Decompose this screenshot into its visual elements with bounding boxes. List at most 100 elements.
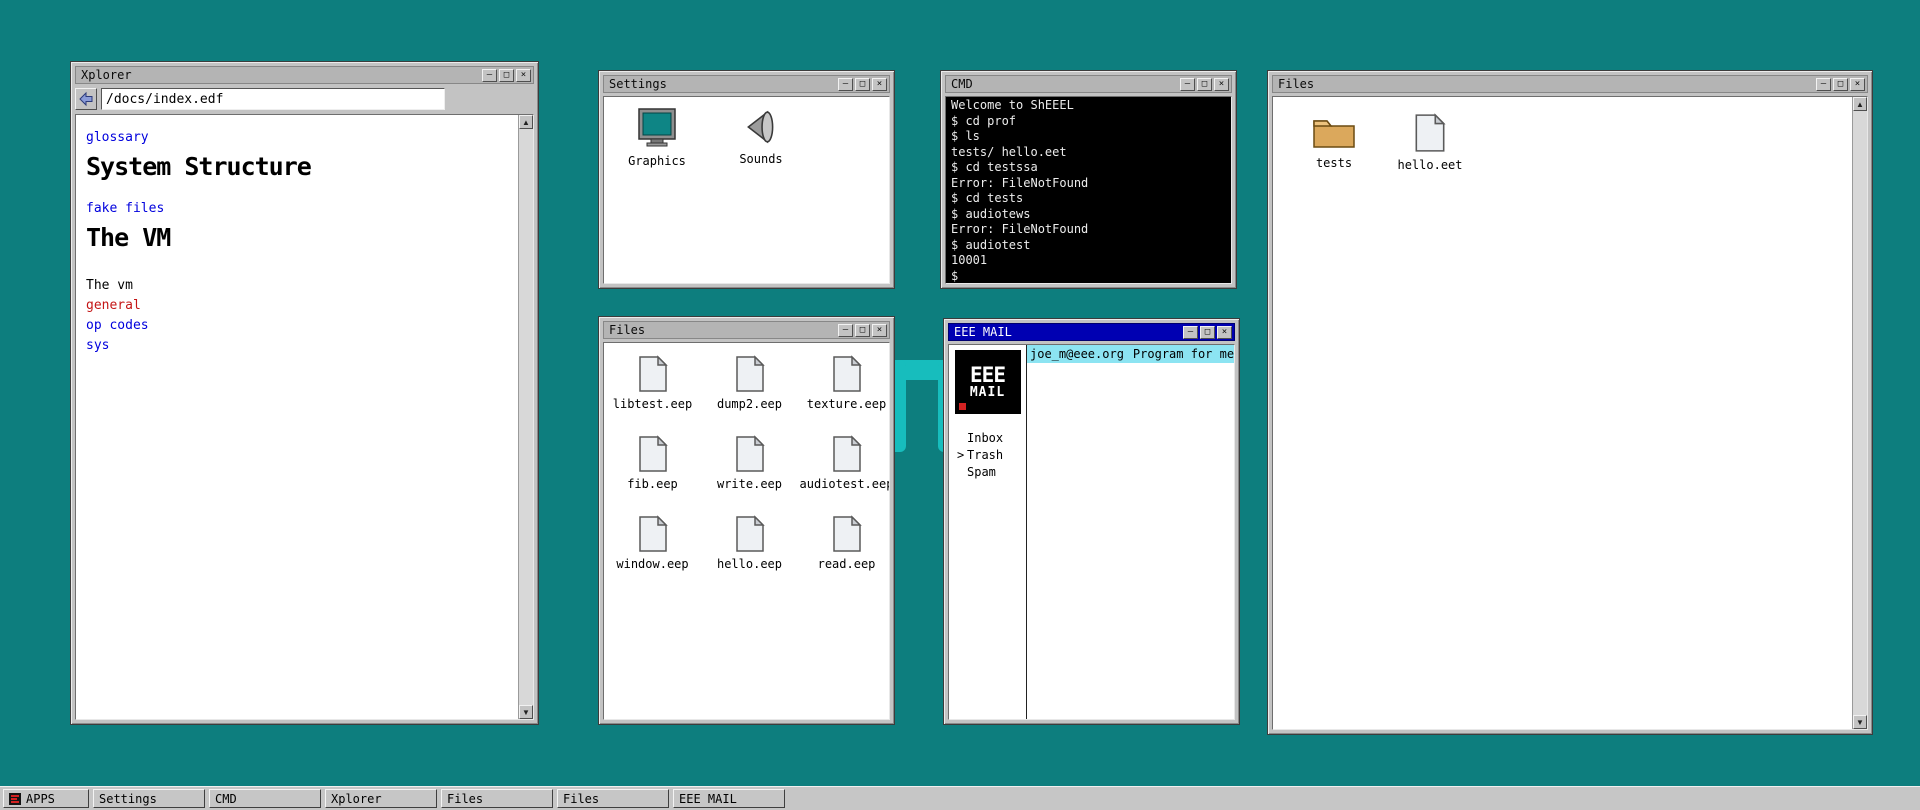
titlebar[interactable]: Settings – □ × <box>603 75 890 93</box>
address-toolbar <box>75 87 534 111</box>
titlebar[interactable]: CMD – □ × <box>945 75 1232 93</box>
document-area: glossary System Structure fake files The… <box>76 115 518 719</box>
eee-logo-icon <box>9 793 21 805</box>
window-controls: – □ × <box>482 69 531 82</box>
taskbar-button-eee-mail[interactable]: EEE MAIL <box>673 789 785 808</box>
settings-window: Settings – □ × Graphics Sounds <box>598 70 895 289</box>
settings-item-graphics[interactable]: Graphics <box>618 107 696 168</box>
folder-item-tests[interactable]: tests <box>1291 113 1377 170</box>
address-input[interactable] <box>101 88 445 110</box>
minimize-button[interactable]: – <box>1816 78 1831 91</box>
window-controls: – □ × <box>1183 326 1232 339</box>
settings-item-sounds[interactable]: Sounds <box>722 107 800 166</box>
titlebar[interactable]: Xplorer – □ × <box>75 66 534 84</box>
file-icon <box>638 355 668 393</box>
doc-link-op-codes[interactable]: op codes <box>86 318 508 333</box>
minimize-button[interactable]: – <box>482 69 497 82</box>
file-item-read[interactable]: read.eep <box>798 515 890 595</box>
minimize-button[interactable]: – <box>1183 326 1198 339</box>
file-item-audiotest[interactable]: audiotest.eep <box>798 435 890 515</box>
close-button[interactable]: × <box>872 324 887 337</box>
mail-message-row[interactable]: joe_m@eee.org Program for me <box>1027 345 1234 363</box>
vertical-scrollbar[interactable]: ▲ ▼ <box>518 115 533 719</box>
arrow-left-icon <box>78 91 94 107</box>
scroll-down-icon[interactable]: ▼ <box>1853 715 1867 729</box>
file-item-libtest[interactable]: libtest.eep <box>604 355 701 435</box>
maximize-button[interactable]: □ <box>1200 326 1215 339</box>
taskbar: APPS Settings CMD Xplorer Files Files EE… <box>0 786 1920 810</box>
file-item-hello[interactable]: hello.eep <box>701 515 798 595</box>
window-controls: – □ × <box>1180 78 1229 91</box>
file-label: fib.eep <box>627 477 678 491</box>
taskbar-button-cmd[interactable]: CMD <box>209 789 321 808</box>
close-button[interactable]: × <box>516 69 531 82</box>
folder-spam[interactable]: Spam <box>957 464 1026 481</box>
file-item-fib[interactable]: fib.eep <box>604 435 701 515</box>
window-controls: – □ × <box>1816 78 1865 91</box>
vertical-scrollbar[interactable]: ▲ ▼ <box>1852 97 1867 729</box>
minimize-button[interactable]: – <box>1180 78 1195 91</box>
taskbar-button-settings[interactable]: Settings <box>93 789 205 808</box>
maximize-button[interactable]: □ <box>855 324 870 337</box>
monitor-icon <box>635 107 679 149</box>
window-controls: – □ × <box>838 78 887 91</box>
doc-link-fake-files[interactable]: fake files <box>86 201 508 216</box>
maximize-button[interactable]: □ <box>1197 78 1212 91</box>
file-label: hello.eet <box>1397 158 1462 172</box>
taskbar-button-files-1[interactable]: Files <box>441 789 553 808</box>
files-window-small: Files – □ × libtest.eep dump2.eep textur… <box>598 316 895 725</box>
maximize-button[interactable]: □ <box>499 69 514 82</box>
close-button[interactable]: × <box>1850 78 1865 91</box>
taskbar-button-files-2[interactable]: Files <box>557 789 669 808</box>
back-button[interactable] <box>75 88 97 110</box>
folder-label: Inbox <box>967 430 1003 447</box>
scroll-up-icon[interactable]: ▲ <box>1853 97 1867 111</box>
doc-link-sys[interactable]: sys <box>86 338 508 353</box>
window-title: Files <box>1278 77 1816 92</box>
doc-link-general[interactable]: general <box>86 298 508 313</box>
titlebar[interactable]: Files – □ × <box>1272 75 1868 93</box>
doc-link-glossary[interactable]: glossary <box>86 130 508 145</box>
file-item-write[interactable]: write.eep <box>701 435 798 515</box>
minimize-button[interactable]: – <box>838 324 853 337</box>
mail-folder-list: Inbox > Trash Spam <box>949 430 1026 481</box>
window-title: Files <box>609 323 838 338</box>
file-item-texture[interactable]: texture.eep <box>798 355 890 435</box>
titlebar[interactable]: Files – □ × <box>603 321 890 339</box>
scroll-down-icon[interactable]: ▼ <box>519 705 533 719</box>
file-item-hello-eet[interactable]: hello.eet <box>1387 113 1473 172</box>
terminal-output[interactable]: Welcome to ShEEEL $ cd prof $ ls tests/ … <box>945 96 1232 284</box>
taskbar-button-label: CMD <box>215 792 237 806</box>
taskbar-button-xplorer[interactable]: Xplorer <box>325 789 437 808</box>
close-button[interactable]: × <box>872 78 887 91</box>
file-icon <box>638 435 668 473</box>
close-button[interactable]: × <box>1214 78 1229 91</box>
taskbar-button-label: Xplorer <box>331 792 382 806</box>
doc-text-the-vm: The vm <box>86 278 508 293</box>
taskbar-button-label: EEE MAIL <box>679 792 737 806</box>
window-title: Xplorer <box>81 68 482 83</box>
titlebar[interactable]: EEE MAIL – □ × <box>948 323 1235 341</box>
file-icon <box>1414 113 1446 153</box>
apps-menu-button[interactable]: APPS <box>3 789 89 808</box>
folder-trash[interactable]: > Trash <box>957 447 1026 464</box>
file-label: dump2.eep <box>717 397 782 411</box>
maximize-button[interactable]: □ <box>855 78 870 91</box>
file-list-area: tests hello.eet <box>1273 97 1852 729</box>
file-item-window[interactable]: window.eep <box>604 515 701 595</box>
file-icon <box>832 515 862 553</box>
minimize-button[interactable]: – <box>838 78 853 91</box>
folder-inbox[interactable]: Inbox <box>957 430 1026 447</box>
file-label: tests <box>1316 156 1352 170</box>
close-button[interactable]: × <box>1217 326 1232 339</box>
file-item-dump2[interactable]: dump2.eep <box>701 355 798 435</box>
terminal-line: $ cd tests <box>951 191 1226 207</box>
logo-red-accent <box>959 403 966 410</box>
window-controls: – □ × <box>838 324 887 337</box>
file-icon <box>832 435 862 473</box>
file-icon <box>735 355 765 393</box>
scroll-up-icon[interactable]: ▲ <box>519 115 533 129</box>
file-label: hello.eep <box>717 557 782 571</box>
maximize-button[interactable]: □ <box>1833 78 1848 91</box>
file-label: audiotest.eep <box>800 477 890 491</box>
